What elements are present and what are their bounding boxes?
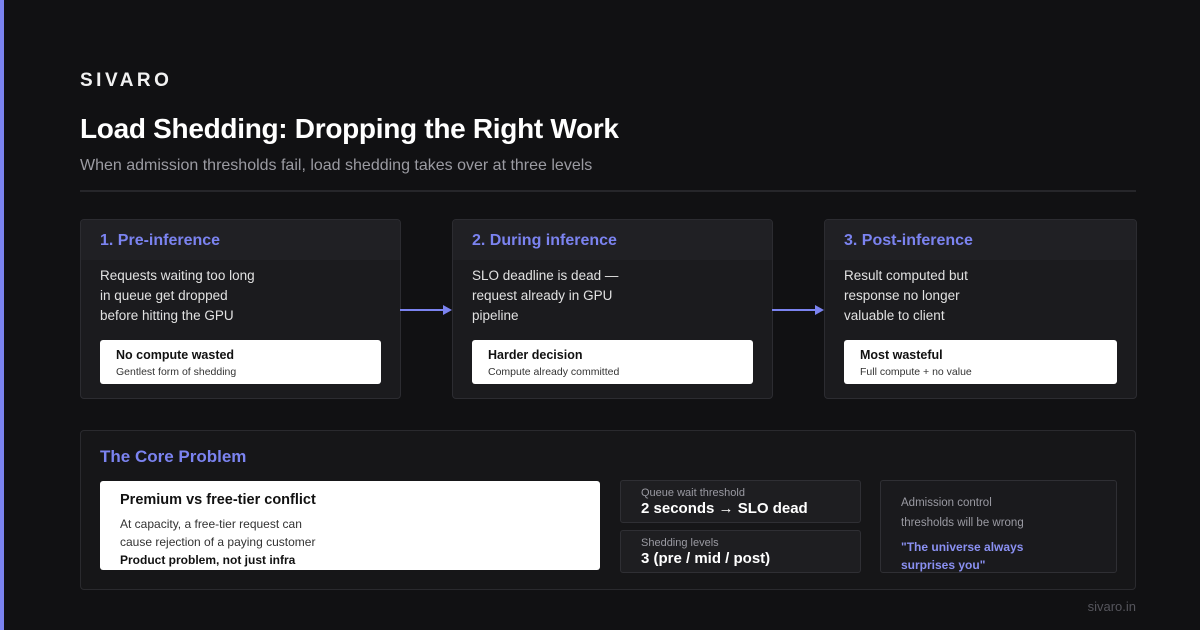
flow-arrow-2 — [772, 305, 824, 315]
quote-line: "The universe always — [901, 540, 1024, 554]
note-subtitle: Compute already committed — [488, 366, 620, 378]
quote-text: "The universe always surprises you" — [901, 538, 1096, 574]
stage-description-line: Result computed but — [844, 268, 968, 283]
page-title: Load Shedding: Dropping the Right Work — [80, 113, 619, 144]
core-problem-panel: The Core Problem Premium vs free-tier co… — [80, 430, 1136, 590]
note-title: Harder decision — [488, 348, 583, 362]
conflict-line: cause rejection of a paying customer — [120, 535, 316, 549]
brand-logo: SIVARO — [80, 70, 173, 91]
stage-description-line: response no longer — [844, 288, 960, 303]
stage-note: No compute wasted Gentlest form of shedd… — [100, 340, 381, 384]
conflict-emphasis: Product problem, not just infra — [120, 553, 296, 567]
stage-title: 3. Post-inference — [825, 220, 1136, 260]
note-title: Most wasteful — [860, 348, 943, 362]
metric-shedding-levels: Shedding levels 3 (pre / mid / post) — [620, 530, 861, 573]
quote-card: Admission control thresholds will be wro… — [880, 480, 1117, 573]
stage-description-line: SLO deadline is dead — — [472, 268, 619, 283]
conflict-card: Premium vs free-tier conflict At capacit… — [100, 481, 600, 570]
stage-description-line: in queue get dropped — [100, 288, 228, 303]
stage-card-pre-inference: 1. Pre-inference Requests waiting too lo… — [80, 219, 401, 399]
stage-description: SLO deadline is dead — request already i… — [453, 260, 681, 326]
quote-line: surprises you" — [901, 558, 986, 572]
stage-card-during-inference: 2. During inference SLO deadline is dead… — [452, 219, 773, 399]
stage-note: Most wasteful Full compute + no value — [844, 340, 1117, 384]
stage-title: 2. During inference — [453, 220, 772, 260]
metric-value: 3 (pre / mid / post) — [641, 550, 771, 567]
stage-description-line: before hitting the GPU — [100, 308, 234, 323]
metric-label: Queue wait threshold — [641, 487, 745, 499]
metric-queue-wait: Queue wait threshold 2 seconds → SLO dea… — [620, 480, 861, 523]
flow-arrow-1 — [400, 305, 452, 315]
stage-card-post-inference: 3. Post-inference Result computed but re… — [824, 219, 1137, 399]
quote-context: Admission control thresholds will be wro… — [901, 493, 1096, 533]
footer-url: sivaro.in — [1087, 599, 1136, 614]
note-title: No compute wasted — [116, 348, 235, 362]
conflict-description: At capacity, a free-tier request can cau… — [120, 515, 580, 551]
stage-description-line: valuable to client — [844, 308, 945, 323]
quote-context-line: Admission control — [901, 497, 992, 509]
page-subtitle: When admission thresholds fail, load she… — [80, 157, 593, 174]
metric-value: 2 seconds → SLO dead — [641, 500, 808, 517]
note-subtitle: Gentlest form of shedding — [116, 366, 237, 378]
stage-note: Harder decision Compute already committe… — [472, 340, 753, 384]
core-problem-title: The Core Problem — [100, 447, 247, 466]
note-subtitle: Full compute + no value — [860, 366, 972, 378]
header-divider — [80, 190, 1136, 192]
conflict-line: At capacity, a free-tier request can — [120, 517, 302, 531]
accent-bar — [0, 0, 4, 630]
metric-label: Shedding levels — [641, 537, 719, 549]
conflict-title: Premium vs free-tier conflict — [120, 492, 316, 508]
stage-description-line: request already in GPU — [472, 288, 613, 303]
stage-title: 1. Pre-inference — [81, 220, 400, 260]
stage-description-line: Requests waiting too long — [100, 268, 255, 283]
stage-description: Requests waiting too long in queue get d… — [81, 260, 309, 326]
stage-description-line: pipeline — [472, 308, 519, 323]
stage-description: Result computed but response no longer v… — [825, 260, 1053, 326]
quote-context-line: thresholds will be wrong — [901, 517, 1024, 529]
